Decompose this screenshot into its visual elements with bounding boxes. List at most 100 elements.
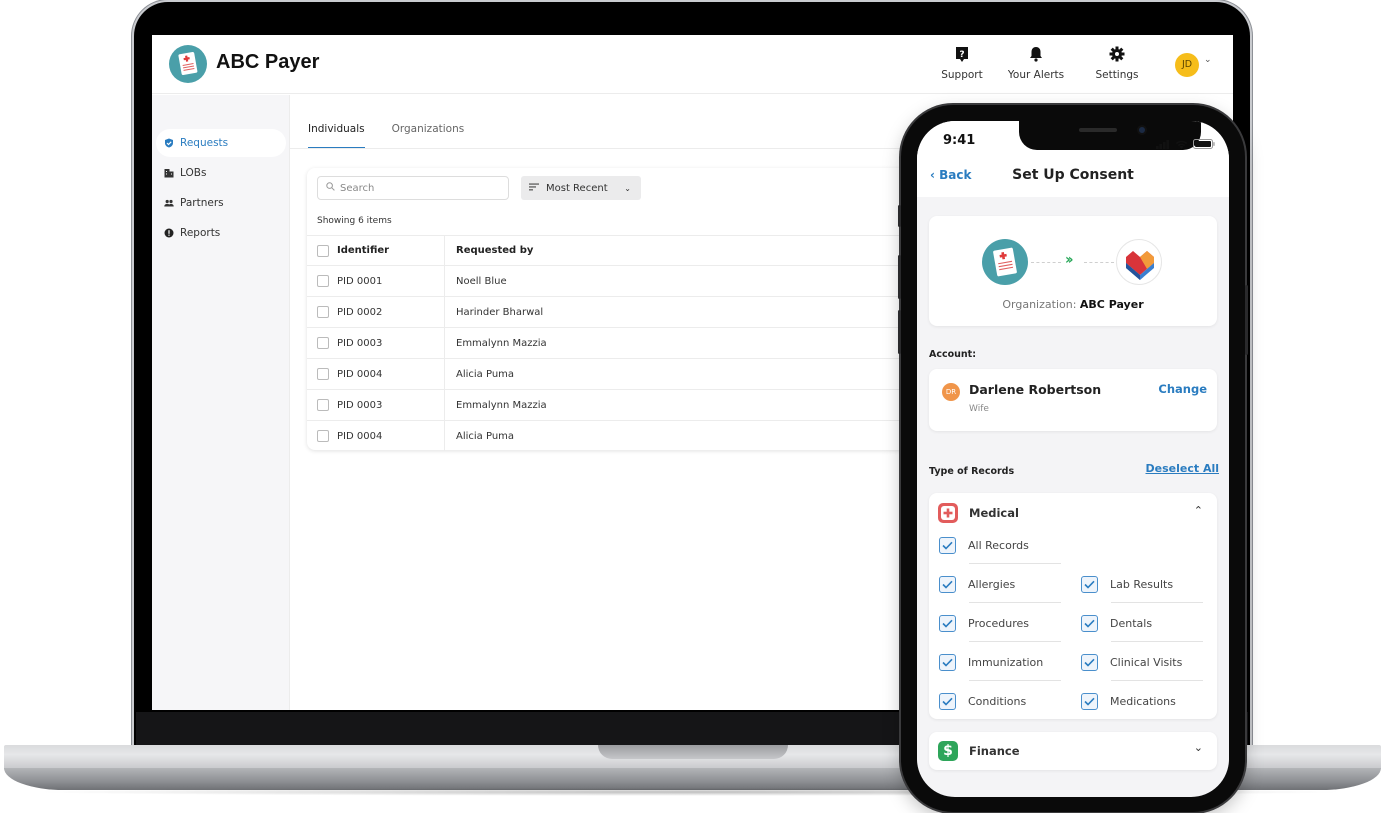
column-divider [444,390,445,420]
tab-organizations[interactable]: Organizations [392,123,465,149]
divider [1111,680,1203,681]
phone-side-button [898,255,901,299]
column-divider [444,328,445,358]
shield-check-icon [164,138,174,148]
chevron-down-icon[interactable]: ⌄ [1194,741,1203,754]
alert-circle-icon [164,228,174,238]
column-divider [444,297,445,327]
cell-identifier: PID 0004 [337,368,383,380]
row-checkbox[interactable] [317,306,329,318]
organization-label: Organization: ABC Payer [929,298,1217,311]
help-icon: ? [922,45,1002,65]
chevron-down-icon[interactable]: ⌄ [1204,55,1212,65]
support-button[interactable]: ? Support [922,45,1002,81]
user-avatar[interactable]: JD [1175,53,1199,77]
row-checkbox[interactable] [317,399,329,411]
record-medications[interactable]: Medications [1081,693,1176,710]
checkbox-checked[interactable] [939,693,956,710]
checkbox-checked[interactable] [1081,576,1098,593]
record-lab-results[interactable]: Lab Results [1081,576,1173,593]
phone-camera [1137,125,1147,135]
finance-category-card[interactable]: $ Finance ⌄ [929,732,1217,770]
sidebar-item-label: Reports [180,227,221,239]
finance-category-title: Finance [969,744,1020,758]
column-header-requested-by[interactable]: Requested by [456,245,533,256]
search-input[interactable]: Search [317,176,509,200]
status-icons [1156,134,1215,153]
cell-requested-by: Emmalynn Mazzia [456,399,547,411]
search-placeholder: Search [340,182,375,194]
phone-speaker [1079,128,1117,132]
column-divider [444,266,445,296]
wifi-icon [1175,134,1188,153]
phone-side-button [898,310,901,354]
record-allergies[interactable]: Allergies [939,576,1015,593]
app-title: ABC Payer [216,51,320,73]
sidebar-item-partners[interactable]: Partners [156,189,286,217]
checkbox-checked[interactable] [939,615,956,632]
medical-category-title[interactable]: Medical [969,506,1019,520]
row-checkbox[interactable] [317,430,329,442]
sidebar-item-lobs[interactable]: LOBs [156,159,286,187]
chevron-down-icon: ⌄ [624,183,631,193]
divider [1111,602,1203,603]
cell-requested-by: Alicia Puma [456,368,515,380]
status-time: 9:41 [943,133,976,148]
svg-text:?: ? [959,50,964,60]
column-header-identifier[interactable]: Identifier [337,245,389,256]
tab-individuals[interactable]: Individuals [308,123,365,149]
cell-identifier: PID 0002 [337,306,383,318]
search-icon [326,182,335,194]
record-procedures[interactable]: Procedures [939,615,1029,632]
people-icon [164,198,174,208]
cell-identifier: PID 0001 [337,275,383,287]
connector-line [1031,262,1061,263]
checkbox-checked[interactable] [1081,693,1098,710]
checkbox-checked[interactable] [939,537,956,554]
row-checkbox[interactable] [317,275,329,287]
record-immunization[interactable]: Immunization [939,654,1043,671]
cell-requested-by: Emmalynn Mazzia [456,337,547,349]
settings-button[interactable]: Settings [1077,45,1157,81]
checkbox-checked[interactable] [939,576,956,593]
account-card: DR Darlene Robertson Wife Change [929,369,1217,431]
phone-frame: 9:41 ‹ Back Set Up Consent ›› Organizati… [898,105,1248,812]
change-account-button[interactable]: Change [1158,382,1207,396]
record-label: Procedures [968,617,1029,630]
record-label: Conditions [968,695,1027,708]
sidebar-item-label: Partners [180,197,224,209]
column-divider [444,359,445,389]
row-checkbox[interactable] [317,337,329,349]
record-label: Lab Results [1110,578,1174,591]
record-conditions[interactable]: Conditions [939,693,1026,710]
sort-icon [529,183,539,194]
sort-dropdown[interactable]: Most Recent ⌄ [521,176,641,200]
record-dentals[interactable]: Dentals [1081,615,1152,632]
sidebar-item-reports[interactable]: Reports [156,219,286,247]
checkbox-checked[interactable] [1081,654,1098,671]
sidebar-item-requests[interactable]: Requests [156,129,286,157]
column-divider [444,421,445,451]
account-name: Darlene Robertson [969,382,1102,397]
record-all-records[interactable]: All Records [939,537,1029,554]
record-label: Dentals [1110,617,1153,630]
alerts-button[interactable]: Your Alerts [996,45,1076,81]
divider [1111,641,1203,642]
medical-cross-icon [938,503,958,523]
checkbox-checked[interactable] [1081,615,1098,632]
row-checkbox[interactable] [317,368,329,380]
medical-document-icon [982,239,1028,285]
record-label: Clinical Visits [1110,656,1183,669]
record-label: Immunization [968,656,1044,669]
record-clinical-visits[interactable]: Clinical Visits [1081,654,1182,671]
sidebar: Requests LOBs Partners Reports [152,95,290,710]
select-all-checkbox[interactable] [317,244,329,257]
checkbox-checked[interactable] [939,654,956,671]
chevron-up-icon[interactable]: ⌃ [1194,504,1203,517]
building-icon [164,168,174,178]
divider [969,680,1061,681]
deselect-all-link[interactable]: Deselect All [1146,462,1220,475]
cell-requested-by: Harinder Bharwal [456,306,544,318]
page-title: Set Up Consent [1012,167,1134,183]
account-section-label: Account: [929,349,977,360]
